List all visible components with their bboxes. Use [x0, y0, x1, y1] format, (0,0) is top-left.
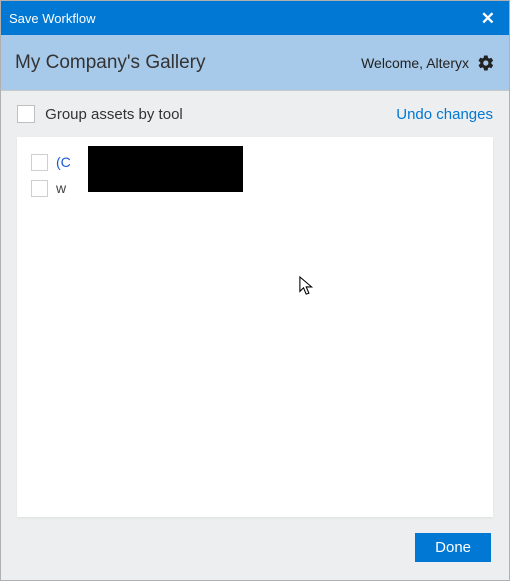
asset-checkbox[interactable]: [31, 180, 48, 197]
assets-panel: (C w: [17, 137, 493, 517]
undo-changes-link[interactable]: Undo changes: [396, 106, 493, 123]
asset-checkbox[interactable]: [31, 154, 48, 171]
controls-row: Group assets by tool Undo changes: [1, 91, 509, 131]
asset-label[interactable]: w: [56, 180, 66, 196]
gallery-title: My Company's Gallery: [15, 52, 206, 74]
titlebar: Save Workflow ✕: [1, 1, 509, 35]
username: Alteryx: [426, 55, 469, 71]
group-assets-label: Group assets by tool: [45, 106, 183, 123]
gear-icon[interactable]: [477, 54, 495, 72]
footer: Done: [1, 533, 509, 580]
done-button[interactable]: Done: [415, 533, 491, 562]
redacted-block: [88, 146, 243, 192]
close-icon[interactable]: ✕: [477, 10, 499, 27]
subheader: My Company's Gallery Welcome, Alteryx: [1, 35, 509, 91]
asset-label[interactable]: (C: [56, 154, 71, 170]
save-workflow-dialog: Save Workflow ✕ My Company's Gallery Wel…: [0, 0, 510, 581]
group-assets-control: Group assets by tool: [17, 105, 183, 123]
welcome-label: Welcome,: [361, 55, 423, 71]
group-assets-checkbox[interactable]: [17, 105, 35, 123]
user-info: Welcome, Alteryx: [361, 54, 495, 72]
window-title: Save Workflow: [9, 11, 95, 26]
